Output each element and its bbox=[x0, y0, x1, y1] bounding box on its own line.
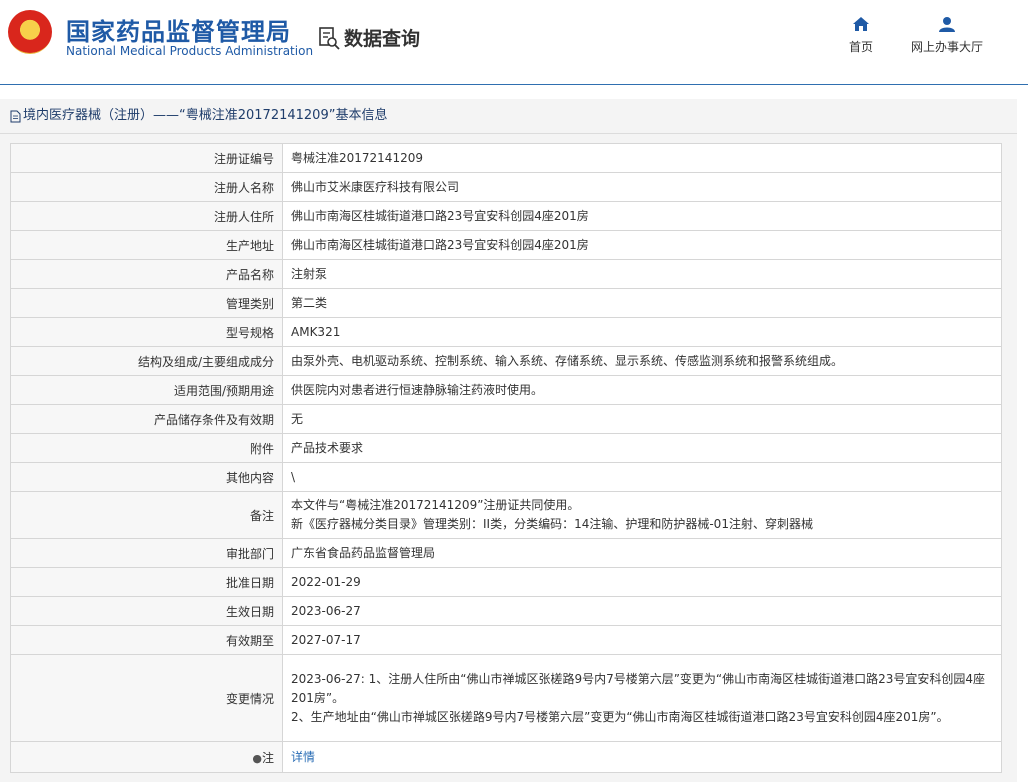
row-value: AMK321 bbox=[282, 317, 1002, 347]
data-query-label: 数据查询 bbox=[344, 28, 421, 50]
row-value: 无 bbox=[282, 404, 1002, 434]
star-icon: ★ bbox=[25, 20, 36, 34]
row-value: 详情 bbox=[282, 741, 1002, 773]
nav-home-label: 首页 bbox=[848, 40, 873, 54]
nav-home[interactable]: 首页 bbox=[845, 16, 877, 55]
row-value: 2027-07-17 bbox=[282, 625, 1002, 655]
table-row: 变更情况 2023-06-27: 1、注册人住所由“佛山市禅城区张槎路9号内7号… bbox=[10, 654, 1002, 742]
table-row: 产品名称 注射泵 bbox=[10, 259, 1002, 289]
row-value: 佛山市艾米康医疗科技有限公司 bbox=[282, 172, 1002, 202]
change-line-2: 2、生产地址由“佛山市禅城区张槎路9号内7号楼第六层”变更为“佛山市南海区桂城街… bbox=[291, 709, 949, 724]
row-value: 2022-01-29 bbox=[282, 567, 1002, 597]
table-row: 适用范围/预期用途 供医院内对患者进行恒速静脉输注药液时使用。 bbox=[10, 375, 1002, 405]
row-label: 生效日期 bbox=[10, 596, 283, 626]
row-label: 型号规格 bbox=[10, 317, 283, 347]
nav-online-service-hall[interactable]: 网上办事大厅 bbox=[905, 16, 989, 55]
site-header: ★ 国家药品监督管理局 National Medical Products Ad… bbox=[0, 0, 1028, 85]
nav-hall-label: 网上办事大厅 bbox=[910, 40, 983, 54]
table-row: 注册证编号 粤械注准20172141209 bbox=[10, 143, 1002, 173]
row-label: 其他内容 bbox=[10, 462, 283, 492]
site-title-cn: 国家药品监督管理局 bbox=[66, 18, 291, 46]
table-row: 批准日期 2022-01-29 bbox=[10, 567, 1002, 597]
row-value: 佛山市南海区桂城街道港口路23号宜安科创园4座201房 bbox=[282, 230, 1002, 260]
row-label: 变更情况 bbox=[10, 654, 283, 742]
row-label: 审批部门 bbox=[10, 538, 283, 568]
row-label: ●注 bbox=[10, 741, 283, 773]
row-value: 供医院内对患者进行恒速静脉输注药液时使用。 bbox=[282, 375, 1002, 405]
table-row: 生产地址 佛山市南海区桂城街道港口路23号宜安科创园4座201房 bbox=[10, 230, 1002, 260]
row-label: 管理类别 bbox=[10, 288, 283, 318]
basic-info-section: 境内医疗器械（注册）——“粤械注准20172141209”基本信息 注册证编号 … bbox=[0, 99, 1017, 782]
pin-icon: ● bbox=[252, 751, 262, 765]
table-row: 有效期至 2027-07-17 bbox=[10, 625, 1002, 655]
table-row: 产品储存条件及有效期 无 bbox=[10, 404, 1002, 434]
table-row: 备注 本文件与“粤械注准20172141209”注册证共同使用。 新《医疗器械分… bbox=[10, 491, 1002, 539]
row-label: 结构及组成/主要组成成分 bbox=[10, 346, 283, 376]
row-label: 注册证编号 bbox=[10, 143, 283, 173]
remark-line-1: 本文件与“粤械注准20172141209”注册证共同使用。 bbox=[291, 498, 580, 512]
row-label: 附件 bbox=[10, 433, 283, 463]
change-line-1: 2023-06-27: 1、注册人住所由“佛山市禅城区张槎路9号内7号楼第六层”… bbox=[291, 671, 986, 705]
table-row: 其他内容 \ bbox=[10, 462, 1002, 492]
note-label: 注 bbox=[261, 750, 274, 765]
row-label: 生产地址 bbox=[10, 230, 283, 260]
row-label: 注册人住所 bbox=[10, 201, 283, 231]
row-value: 佛山市南海区桂城街道港口路23号宜安科创园4座201房 bbox=[282, 201, 1002, 231]
table-row: ●注 详情 bbox=[10, 741, 1002, 773]
row-label: 产品名称 bbox=[10, 259, 283, 289]
table-row: 结构及组成/主要组成成分 由泵外壳、电机驱动系统、控制系统、输入系统、存储系统、… bbox=[10, 346, 1002, 376]
row-value: 由泵外壳、电机驱动系统、控制系统、输入系统、存储系统、显示系统、传感监测系统和报… bbox=[282, 346, 1002, 376]
row-value: \ bbox=[282, 462, 1002, 492]
user-icon bbox=[939, 17, 955, 32]
document-search-icon bbox=[319, 26, 340, 50]
national-emblem-logo: ★ bbox=[8, 10, 52, 54]
table-row: 管理类别 第二类 bbox=[10, 288, 1002, 318]
info-table: 注册证编号 粤械注准20172141209 注册人名称 佛山市艾米康医疗科技有限… bbox=[10, 143, 1002, 773]
section-title: 境内医疗器械（注册）——“粤械注准20172141209”基本信息 bbox=[0, 99, 1017, 134]
row-label: 注册人名称 bbox=[10, 172, 283, 202]
home-icon bbox=[853, 17, 869, 31]
row-label: 有效期至 bbox=[10, 625, 283, 655]
detail-link[interactable]: 详情 bbox=[291, 750, 315, 764]
row-value: 粤械注准20172141209 bbox=[282, 143, 1002, 173]
row-label: 适用范围/预期用途 bbox=[10, 375, 283, 405]
row-label: 产品储存条件及有效期 bbox=[10, 404, 283, 434]
site-title-en: National Medical Products Administration bbox=[66, 44, 314, 58]
remark-line-2: 新《医疗器械分类目录》管理类别：II类，分类编码：14注输、护理和防护器械-01… bbox=[291, 517, 813, 531]
table-row: 附件 产品技术要求 bbox=[10, 433, 1002, 463]
table-row: 生效日期 2023-06-27 bbox=[10, 596, 1002, 626]
table-row: 注册人住所 佛山市南海区桂城街道港口路23号宜安科创园4座201房 bbox=[10, 201, 1002, 231]
row-label: 备注 bbox=[10, 491, 283, 539]
table-row: 审批部门 广东省食品药品监督管理局 bbox=[10, 538, 1002, 568]
row-value: 2023-06-27 bbox=[282, 596, 1002, 626]
document-icon bbox=[10, 110, 21, 122]
row-value: 产品技术要求 bbox=[282, 433, 1002, 463]
table-row: 型号规格 AMK321 bbox=[10, 317, 1002, 347]
row-value: 2023-06-27: 1、注册人住所由“佛山市禅城区张槎路9号内7号楼第六层”… bbox=[282, 654, 1002, 742]
data-query-section: 数据查询 bbox=[318, 24, 420, 51]
row-value: 广东省食品药品监督管理局 bbox=[282, 538, 1002, 568]
table-row: 注册人名称 佛山市艾米康医疗科技有限公司 bbox=[10, 172, 1002, 202]
row-value: 第二类 bbox=[282, 288, 1002, 318]
row-value: 注射泵 bbox=[282, 259, 1002, 289]
section-title-text: 境内医疗器械（注册）——“粤械注准20172141209”基本信息 bbox=[23, 108, 388, 123]
row-label: 批准日期 bbox=[10, 567, 283, 597]
row-value: 本文件与“粤械注准20172141209”注册证共同使用。 新《医疗器械分类目录… bbox=[282, 491, 1002, 539]
